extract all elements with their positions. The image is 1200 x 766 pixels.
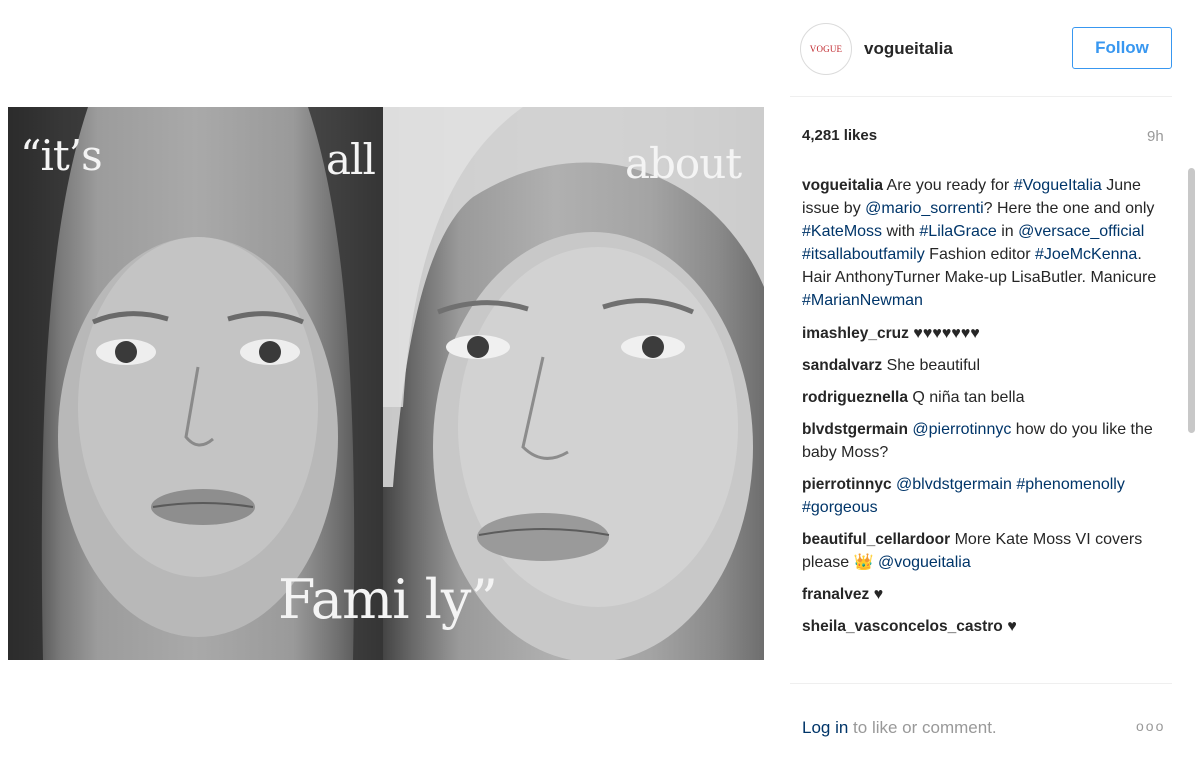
post-header: VOGUE vogueitalia Follow	[790, 0, 1172, 97]
caption-username[interactable]: vogueitalia	[802, 177, 883, 194]
comment-text: ♥♥♥♥♥♥♥	[908, 325, 980, 342]
comment-item: franalvez ♥	[802, 583, 1168, 606]
comment-username[interactable]: imashley_cruz	[802, 325, 909, 342]
more-options-icon[interactable]: ooo	[1136, 718, 1165, 734]
comment-username[interactable]: franalvez	[802, 586, 869, 603]
comment-item: sheila_vasconcelos_castro ♥	[802, 615, 1168, 638]
mention-link[interactable]: #itsallaboutfamily	[802, 246, 925, 263]
comment-username[interactable]: beautiful_cellardoor	[802, 531, 950, 548]
overlay-word-its: “it’s	[20, 131, 103, 180]
comment-text: She beautiful	[882, 357, 980, 374]
caption-text: Are you ready for #VogueItalia June issu…	[802, 177, 1156, 309]
comment-username[interactable]: sandalvarz	[802, 357, 882, 374]
mention-link[interactable]: #JoeMcKenna	[1035, 246, 1137, 263]
comment-text: with	[882, 223, 920, 240]
comment-username[interactable]: pierrotinnyc	[802, 476, 892, 493]
comment-item: beautiful_cellardoor More Kate Moss VI c…	[802, 528, 1168, 574]
avatar[interactable]: VOGUE	[800, 23, 852, 75]
post-photo[interactable]: “it’s all about Fami ly”	[8, 107, 764, 660]
comment-item: rodrigueznella Q niña tan bella	[802, 386, 1168, 409]
mention-link[interactable]: @versace_official	[1018, 223, 1144, 240]
post-sidebar: VOGUE vogueitalia Follow 4,281 likes 9h …	[790, 0, 1195, 766]
login-prompt-text: to like or comment.	[848, 718, 997, 737]
comment-text: in	[996, 223, 1019, 240]
mention-link[interactable]: #gorgeous	[802, 499, 878, 516]
comment-text: Are you ready for	[882, 177, 1014, 194]
mention-link[interactable]: #MarianNewman	[802, 292, 923, 309]
likes-count[interactable]: 4,281 likes	[802, 127, 877, 144]
comment-container: imashley_cruz ♥♥♥♥♥♥♥ sandalvarz She beau…	[802, 322, 1168, 638]
comment-username[interactable]: sheila_vasconcelos_castro	[802, 618, 1003, 635]
mention-link[interactable]: #KateMoss	[802, 223, 882, 240]
comments-list[interactable]: vogueitalia Are you ready for #VogueItal…	[802, 174, 1168, 682]
mention-link[interactable]: #LilaGrace	[919, 223, 996, 240]
mention-link[interactable]: @vogueitalia	[878, 554, 971, 571]
comment-username[interactable]: blvdstgermain	[802, 421, 908, 438]
login-prompt: Log in to like or comment.	[802, 718, 997, 738]
login-link[interactable]: Log in	[802, 718, 848, 737]
post-timestamp[interactable]: 9h	[1147, 128, 1164, 145]
comment-text: ? Here the one and only	[983, 200, 1155, 217]
mention-link[interactable]: @mario_sorrenti	[865, 200, 984, 217]
mention-link[interactable]: #VogueItalia	[1014, 177, 1102, 194]
comment-text: ♥	[1002, 618, 1017, 635]
mention-link[interactable]: #phenomenolly	[1016, 476, 1125, 493]
comment-item: sandalvarz She beautiful	[802, 354, 1168, 377]
follow-button[interactable]: Follow	[1072, 27, 1172, 69]
comment-text: ♥	[869, 586, 884, 603]
comment-item: imashley_cruz ♥♥♥♥♥♥♥	[802, 322, 1168, 345]
caption: vogueitalia Are you ready for #VogueItal…	[802, 174, 1168, 312]
overlay-word-family: Fami ly”	[278, 568, 498, 631]
comment-text: Fashion editor	[924, 246, 1036, 263]
comment-item: blvdstgermain @pierrotinnyc how do you l…	[802, 418, 1168, 464]
comment-text: Q niña tan bella	[907, 389, 1025, 406]
post-footer: Log in to like or comment. ooo	[790, 683, 1172, 766]
overlay-word-all: all	[326, 135, 376, 184]
comment-item: pierrotinnyc @blvdstgermain #phenomenoll…	[802, 473, 1168, 519]
comment-username[interactable]: rodrigueznella	[802, 389, 908, 406]
overlay-word-about: about	[625, 139, 742, 188]
post-username[interactable]: vogueitalia	[864, 39, 953, 59]
mention-link[interactable]: @blvdstgermain	[896, 476, 1012, 493]
avatar-logo-text: VOGUE	[809, 44, 843, 54]
mention-link[interactable]: @pierrotinnyc	[912, 421, 1011, 438]
comments-scrollbar[interactable]	[1188, 168, 1195, 433]
